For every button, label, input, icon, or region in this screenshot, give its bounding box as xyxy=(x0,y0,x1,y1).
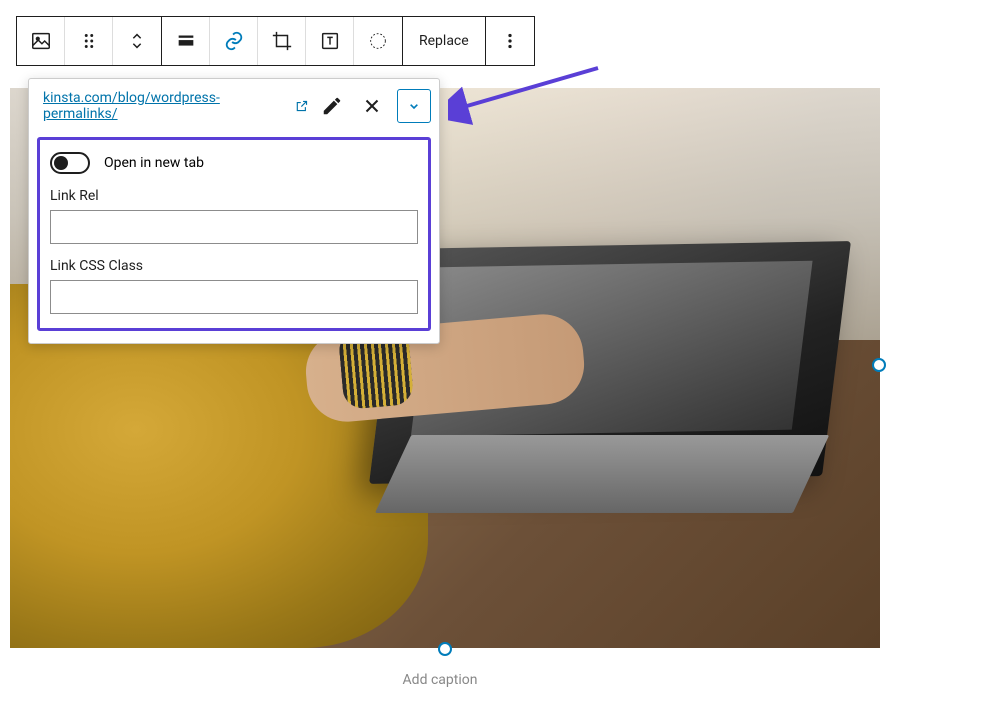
drag-handle[interactable] xyxy=(65,17,113,65)
link-settings-popover: kinsta.com/blog/wordpress-permalinks/ Op… xyxy=(28,78,440,344)
remove-link-button[interactable] xyxy=(355,89,389,123)
link-url-text: kinsta.com/blog/wordpress-permalinks/ xyxy=(43,90,291,122)
text-overlay-button[interactable] xyxy=(306,17,354,65)
image-icon xyxy=(30,30,52,52)
move-up-down-button[interactable] xyxy=(113,17,161,65)
drag-icon xyxy=(78,30,100,52)
close-icon xyxy=(361,95,383,117)
link-css-class-label: Link CSS Class xyxy=(50,258,418,274)
edit-icon xyxy=(321,95,343,117)
block-type-image-button[interactable] xyxy=(17,17,65,65)
link-url-row: kinsta.com/blog/wordpress-permalinks/ xyxy=(29,79,439,133)
open-new-tab-toggle[interactable] xyxy=(50,152,90,174)
block-toolbar: Replace xyxy=(16,16,535,66)
link-rel-input[interactable] xyxy=(50,210,418,244)
align-button[interactable] xyxy=(162,17,210,65)
external-link-icon xyxy=(295,99,309,113)
edit-link-button[interactable] xyxy=(315,89,349,123)
chevron-down-icon xyxy=(406,98,422,114)
open-new-tab-label: Open in new tab xyxy=(104,155,204,171)
link-advanced-settings: Open in new tab Link Rel Link CSS Class xyxy=(37,137,431,331)
text-overlay-icon xyxy=(319,30,341,52)
crop-icon xyxy=(271,30,293,52)
open-new-tab-row: Open in new tab xyxy=(50,152,418,174)
replace-button[interactable]: Replace xyxy=(403,17,485,65)
resize-handle-right[interactable] xyxy=(872,358,886,372)
crop-button[interactable] xyxy=(258,17,306,65)
link-settings-toggle-button[interactable] xyxy=(397,89,431,123)
photo-keyboard xyxy=(375,435,829,513)
more-options-icon xyxy=(499,30,521,52)
link-icon xyxy=(223,30,245,52)
link-css-class-input[interactable] xyxy=(50,280,418,314)
move-up-down-icon xyxy=(126,30,148,52)
duotone-button[interactable] xyxy=(354,17,402,65)
image-caption-input[interactable]: Add caption xyxy=(0,672,880,688)
insert-link-button[interactable] xyxy=(210,17,258,65)
more-options-button[interactable] xyxy=(486,17,534,65)
link-url-display[interactable]: kinsta.com/blog/wordpress-permalinks/ xyxy=(43,90,309,122)
align-icon xyxy=(175,30,197,52)
toggle-knob xyxy=(54,156,68,170)
duotone-icon xyxy=(367,30,389,52)
resize-handle-bottom[interactable] xyxy=(438,642,452,656)
link-rel-label: Link Rel xyxy=(50,188,418,204)
